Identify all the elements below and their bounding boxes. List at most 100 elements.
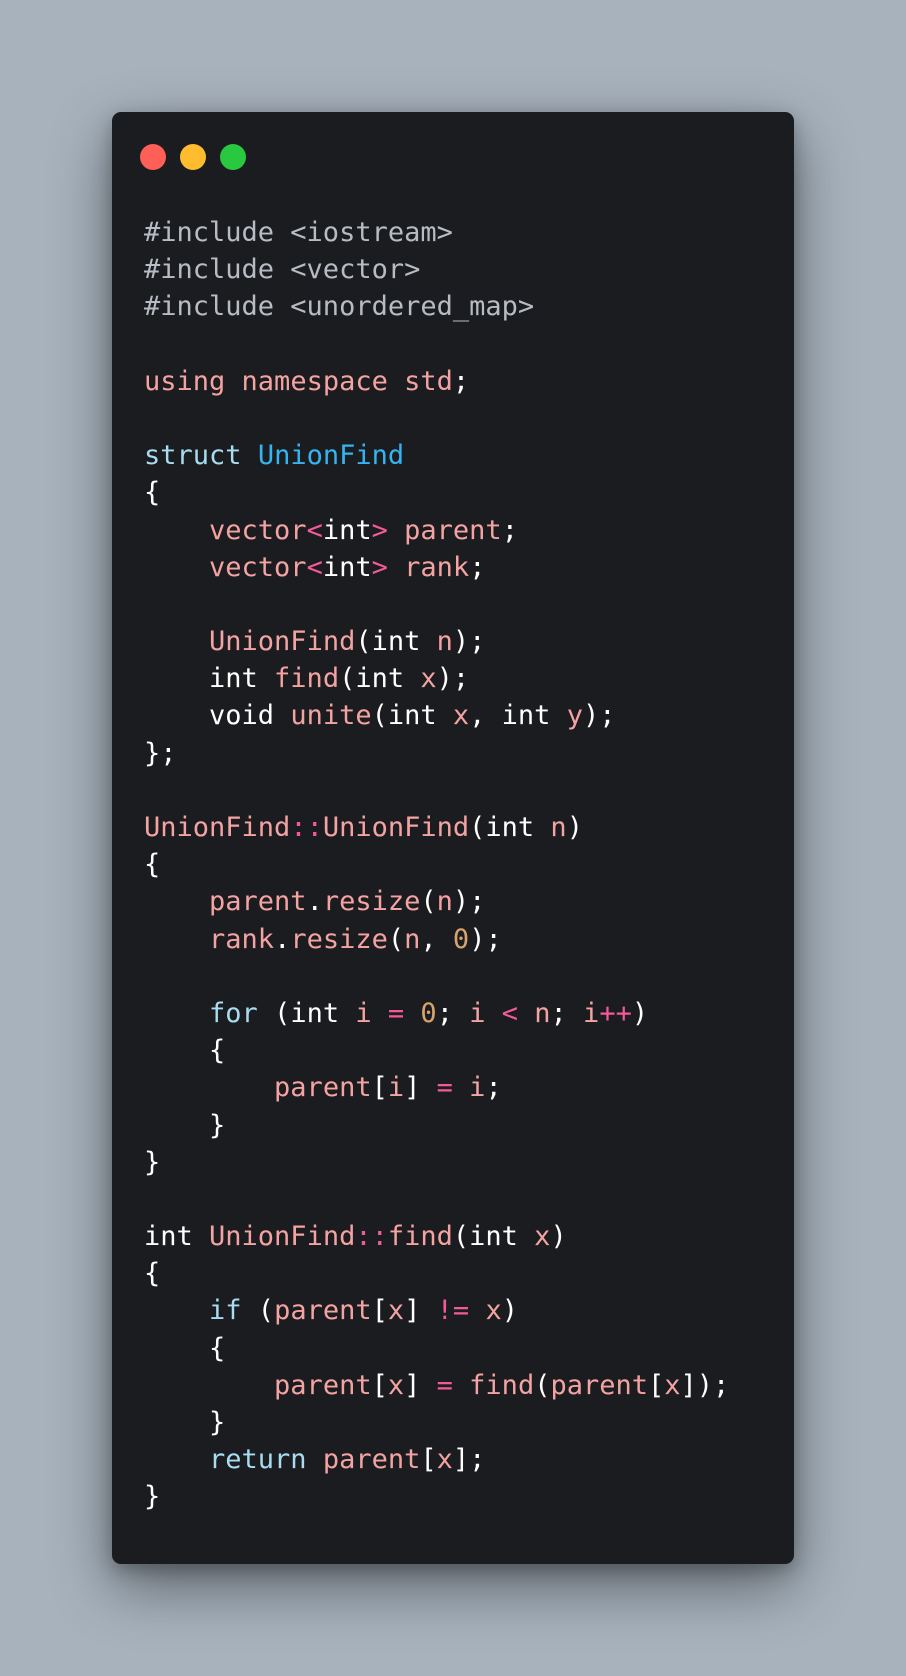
code-token: ;: [452, 365, 470, 397]
code-token: UnionFind: [322, 812, 470, 843]
code-line: int find(int x);: [144, 660, 729, 697]
code-token: ]: [404, 1072, 437, 1104]
code-token: );: [582, 700, 616, 732]
code-token: n: [436, 626, 453, 658]
code-token: x: [387, 1295, 405, 1327]
code-token: [: [648, 1369, 665, 1401]
code-token: ): [550, 1221, 567, 1253]
code-token: x: [452, 700, 470, 732]
code-line: };: [144, 735, 729, 772]
code-token: find: [469, 1369, 535, 1401]
code-token: }: [144, 1407, 226, 1438]
code-token: [: [371, 1295, 388, 1327]
minimize-dot-icon[interactable]: [180, 144, 206, 170]
code-line: for (int i = 0; i < n; i++): [144, 995, 729, 1032]
code-token: .: [274, 923, 291, 955]
code-token: ];: [452, 1444, 486, 1476]
code-line: }: [144, 1478, 729, 1515]
code-token: if: [209, 1295, 242, 1327]
code-line: {: [144, 846, 729, 883]
code-token: using: [144, 365, 226, 397]
code-token: parent: [404, 514, 502, 546]
code-token: ): [631, 997, 649, 1029]
code-token: #include <vector>: [144, 254, 421, 286]
code-token: <: [501, 997, 518, 1029]
code-token: (int: [371, 700, 453, 732]
code-token: int: [144, 1221, 210, 1253]
code-token: UnionFind: [257, 440, 405, 472]
code-token: };: [144, 737, 177, 769]
code-token: i: [583, 997, 600, 1029]
code-token: x: [534, 1221, 551, 1253]
code-token: =: [436, 1369, 453, 1401]
close-dot-icon[interactable]: [140, 144, 166, 170]
code-token: >: [371, 551, 388, 583]
code-window: #include <iostream> #include <vector> #inc…: [112, 112, 794, 1564]
code-token: UnionFind: [144, 812, 291, 843]
code-line: {: [144, 474, 729, 511]
code-token: ]: [404, 1295, 437, 1327]
code-token: i: [387, 1072, 405, 1104]
code-line: int UnionFind::find(int x): [144, 1218, 729, 1255]
code-token: (: [420, 886, 437, 918]
code-line: rank.resize(n, 0);: [144, 921, 729, 958]
code-token: (int: [469, 812, 551, 843]
code-token: (: [241, 1295, 275, 1327]
code-token: );: [452, 626, 486, 658]
code-token: ;: [485, 1072, 502, 1104]
code-token: parent: [274, 1072, 372, 1104]
code-token: #include <unordered_map>: [144, 291, 535, 323]
code-token: !=: [436, 1295, 470, 1327]
code-token: }: [144, 1481, 161, 1513]
code-token: i: [469, 997, 486, 1029]
code-token: rank: [404, 551, 470, 583]
code-line: vector<int> rank;: [144, 549, 729, 586]
code-token: ;: [501, 514, 518, 546]
code-line: {: [144, 1032, 729, 1069]
code-token: [: [371, 1072, 388, 1104]
code-token: =: [387, 997, 405, 1029]
code-token: struct: [144, 440, 242, 472]
code-line: #include <vector>: [144, 251, 729, 288]
code-line: {: [144, 1255, 729, 1292]
code-token: ++: [599, 997, 632, 1029]
code-token: <: [306, 551, 323, 583]
code-token: {: [144, 1258, 161, 1290]
code-line: parent[i] = i;: [144, 1069, 729, 1106]
code-token: int: [144, 663, 275, 695]
code-token: ::: [355, 1221, 388, 1253]
code-line: if (parent[x] != x): [144, 1292, 729, 1329]
code-token: , int: [469, 700, 567, 732]
code-token: unite: [290, 700, 372, 732]
code-token: );: [436, 663, 470, 695]
code-token: parent: [550, 1369, 649, 1401]
code-line: return parent[x];: [144, 1441, 729, 1478]
code-token: for: [209, 997, 258, 1029]
maximize-dot-icon[interactable]: [220, 144, 246, 170]
code-token: n: [436, 886, 453, 918]
code-token: int: [322, 551, 372, 583]
code-token: {: [144, 1332, 226, 1364]
code-token: parent: [274, 1369, 372, 1401]
code-token: UnionFind: [209, 1221, 356, 1253]
code-token: find: [387, 1221, 453, 1253]
code-token: {: [144, 1035, 226, 1067]
code-token: );: [452, 886, 486, 918]
